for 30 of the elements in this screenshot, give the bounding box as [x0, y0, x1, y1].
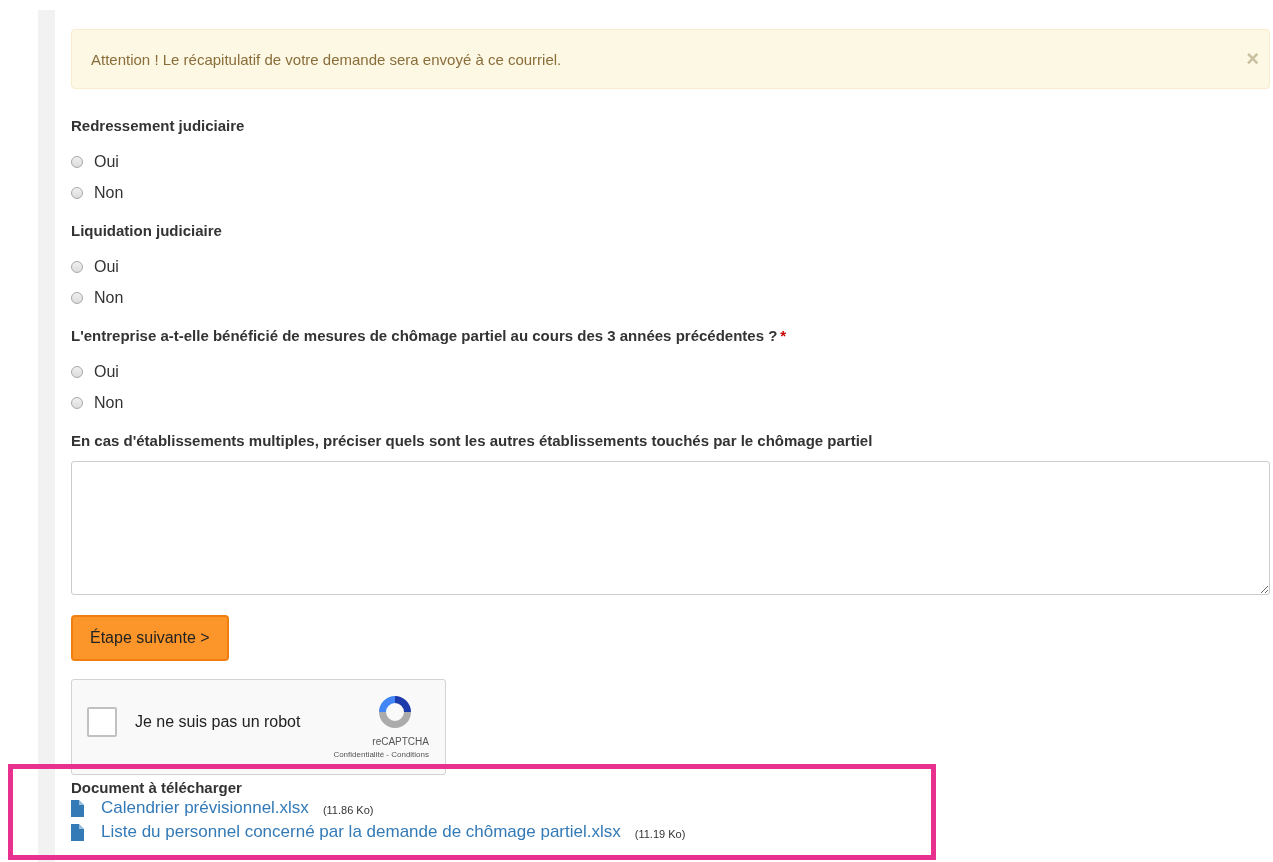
file-size: (11.19 Ko) [634, 827, 686, 840]
question-label: Redressement judiciaire [71, 117, 245, 134]
alert-message: Attention ! Le récapitulatif de votre demande sera envoyé à ce courriel. [91, 50, 562, 68]
radio-button[interactable] [71, 365, 83, 378]
captcha-checkbox[interactable] [87, 707, 117, 737]
option-label: Non [94, 288, 124, 307]
captcha-brand: reCAPTCHA [372, 736, 429, 747]
captcha-label: Je ne suis pas un robot [135, 713, 302, 731]
file-link[interactable]: Calendrier prévisionnel.xlsx [101, 798, 309, 818]
next-step-button[interactable]: Étape suivante > [71, 615, 229, 661]
required-mark: * [780, 327, 787, 344]
option-label: Non [94, 183, 124, 202]
radio-button[interactable] [71, 260, 83, 273]
file-link[interactable]: Liste du personnel concerné par la demande de chômage partiel.xlsx [101, 822, 621, 842]
radio-button[interactable] [71, 186, 83, 199]
file-icon [71, 823, 84, 841]
question-label: L'entreprise a-t-elle bénéficié de mesures de chômage partiel au cours des 3 années précédentes ? [71, 327, 778, 344]
option-label: Oui [94, 362, 119, 381]
radio-button[interactable] [71, 396, 83, 409]
field-label: En cas d'établissements multiples, préciser quels sont les autres établissements touchés par le chômage partiel [71, 432, 873, 449]
question-label: Liquidation judiciaire [71, 222, 222, 239]
section-title: Document à télécharger [71, 779, 243, 796]
captcha-links[interactable]: Confidentialité - Conditions [333, 750, 429, 759]
option-label: Oui [94, 257, 119, 276]
radio-button[interactable] [71, 155, 83, 168]
option-label: Non [94, 393, 124, 412]
radio-button[interactable] [71, 291, 83, 304]
file-size: (11.86 Ko) [322, 803, 374, 816]
option-label: Oui [94, 152, 119, 171]
file-icon [71, 799, 84, 817]
